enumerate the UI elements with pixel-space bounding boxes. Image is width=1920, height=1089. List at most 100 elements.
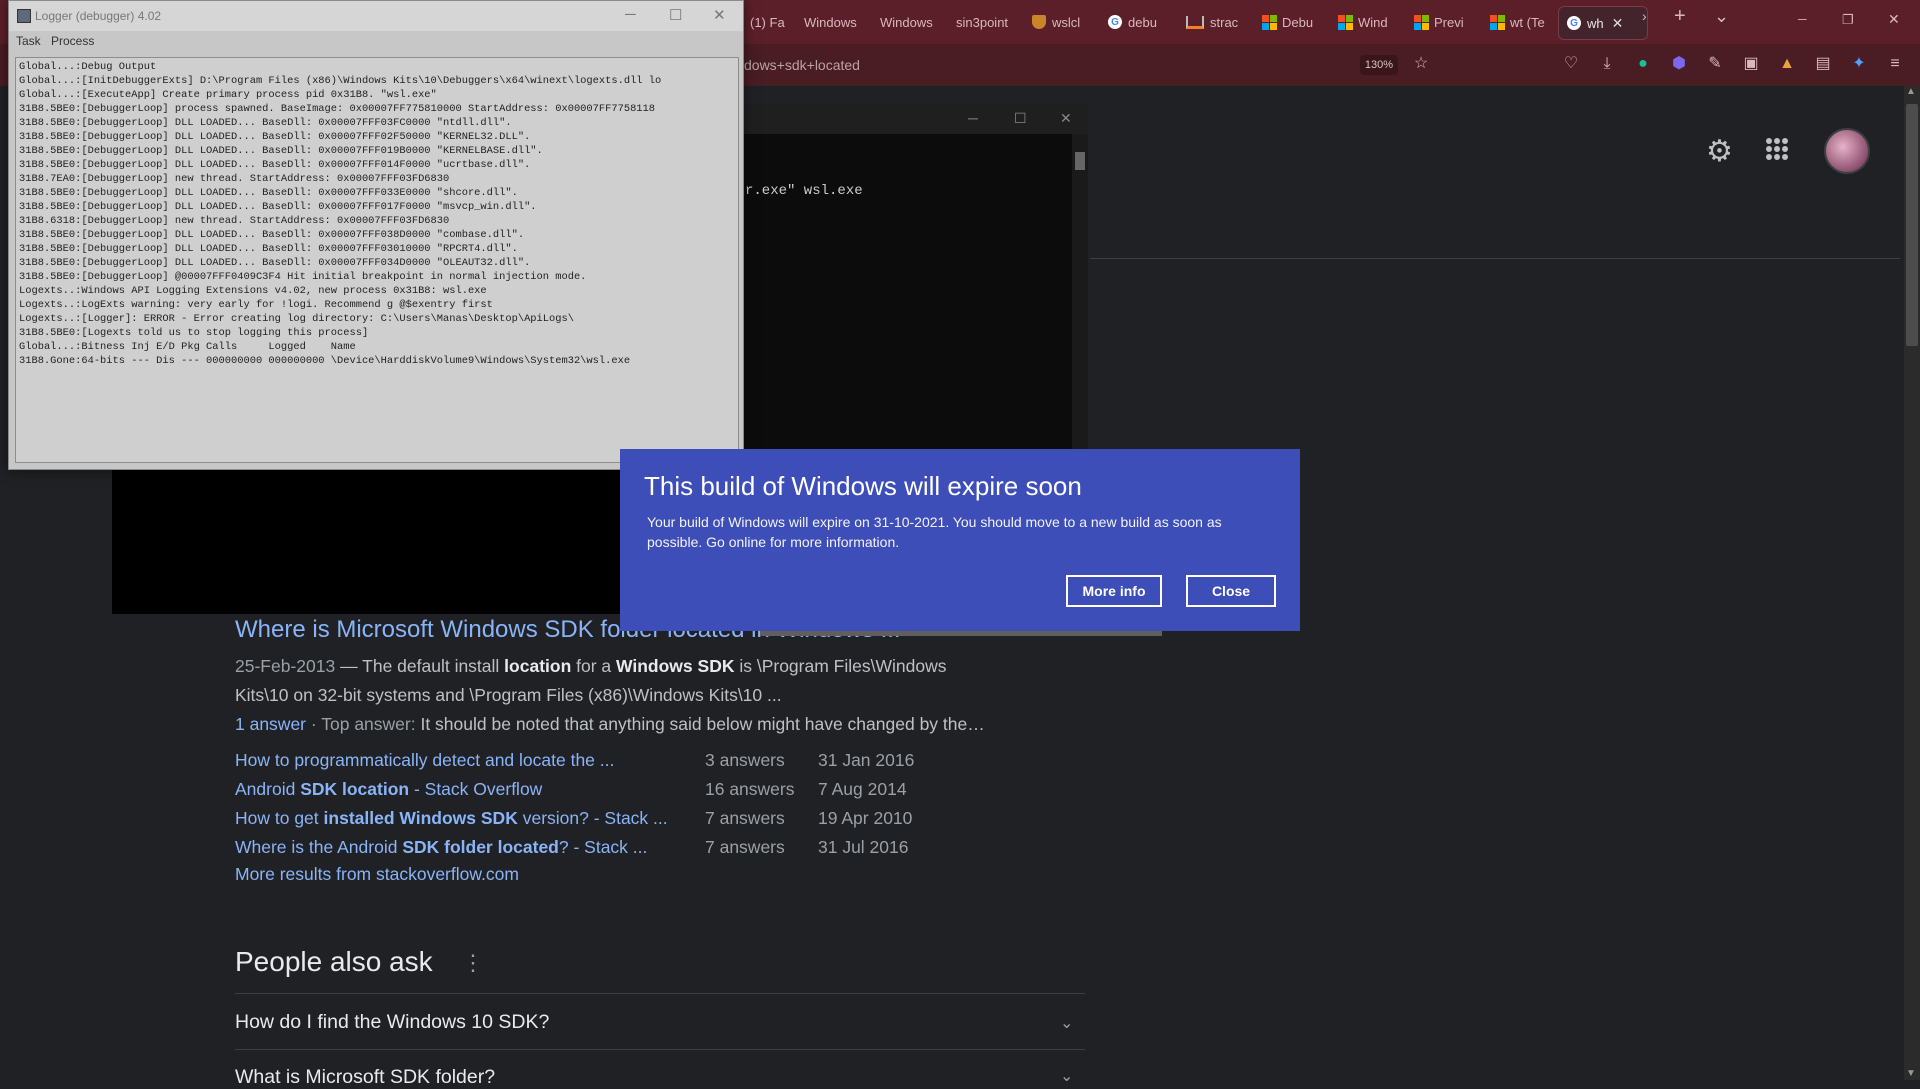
log-line: 31B8.6318:[DebuggerLoop] new thread. Sta…: [19, 215, 450, 227]
sublink-item[interactable]: Android SDK location - Stack Overflow: [235, 779, 542, 800]
chevron-down-icon[interactable]: ⌄: [1060, 1013, 1073, 1033]
tab-close-icon[interactable]: ✕: [1612, 15, 1624, 32]
tab-facebook[interactable]: (1) Fa: [750, 6, 794, 38]
tab-debug-ms[interactable]: Debu: [1262, 6, 1322, 38]
sublink-text: Android: [235, 779, 301, 799]
log-line: Global...:Bitness Inj E/D Pkg Calls Logg…: [19, 341, 356, 353]
snippet-text: —: [335, 656, 363, 676]
log-line: 31B8.5BE0:[DebuggerLoop] DLL LOADED... B…: [19, 117, 512, 129]
scroll-up-icon[interactable]: ▲: [1906, 86, 1916, 97]
snippet-text: The default install: [362, 656, 505, 676]
log-line: 31B8.5BE0:[DebuggerLoop] process spawned…: [19, 103, 656, 115]
console-close-icon[interactable]: ✕: [1060, 110, 1072, 127]
tab-wt-ms[interactable]: wt (Te: [1490, 6, 1550, 38]
people-also-ask-heading: People also ask: [235, 946, 433, 977]
console-maximize-icon[interactable]: ☐: [1014, 110, 1027, 127]
menu-task[interactable]: Task: [16, 34, 41, 48]
tab-label: wh: [1587, 15, 1604, 31]
result-snippet: 25-Feb-2013 — The default install locati…: [235, 656, 946, 677]
close-button[interactable]: Close: [1186, 575, 1276, 607]
log-line: Logexts..:LogExts warning: very early fo…: [19, 299, 493, 311]
sublink-date: 7 Aug 2014: [818, 779, 907, 799]
debug-output-text: Global...:Debug Output Global...:[InitDe…: [16, 58, 738, 368]
console-titlebar[interactable]: [740, 104, 1088, 134]
console-output: r.exe" wsl.exe: [745, 183, 863, 199]
tab-strace[interactable]: strac: [1186, 6, 1246, 38]
sublink-item[interactable]: How to programmatically detect and locat…: [235, 750, 614, 771]
settings-gear-icon[interactable]: ⚙: [1706, 134, 1733, 169]
apps-grid-icon[interactable]: [1766, 138, 1788, 160]
sublink-text: version? - Stack ...: [517, 808, 668, 828]
url-text: dows+sdk+located: [744, 57, 860, 73]
tab-label: Wind: [1358, 14, 1388, 30]
answer-count-link[interactable]: 1 answer: [235, 714, 306, 734]
sublink-item[interactable]: How to get installed Windows SDK version…: [235, 808, 668, 829]
tab-sin3point[interactable]: sin3point: [956, 6, 1012, 38]
more-results-link[interactable]: More results from stackoverflow.com: [235, 864, 519, 885]
eyedropper-icon[interactable]: ✎: [1704, 53, 1726, 75]
logger-maximize-icon[interactable]: ☐: [669, 6, 682, 24]
more-options-icon[interactable]: ⋮: [462, 950, 484, 976]
tab-list-button[interactable]: ⌄: [1714, 6, 1729, 27]
extension-icon[interactable]: ▤: [1812, 53, 1834, 75]
url-bar[interactable]: dows+sdk+located: [744, 52, 1434, 78]
logger-minimize-icon[interactable]: ─: [625, 6, 636, 23]
console-scrollbar[interactable]: [1072, 134, 1088, 452]
sublink-date: 19 Apr 2010: [818, 808, 913, 828]
chevron-down-icon[interactable]: ⌄: [1060, 1066, 1073, 1086]
log-line: 31B8.5BE0:[DebuggerLoop] DLL LOADED... B…: [19, 243, 518, 255]
logger-close-icon[interactable]: ✕: [713, 6, 726, 24]
tab-label: Windows: [804, 14, 857, 30]
result-snippet-line2: Kits\10 on 32-bit systems and \Program F…: [235, 685, 782, 705]
tab-label: wt (Te: [1510, 14, 1545, 30]
chevron-right-icon: ›: [1642, 8, 1647, 24]
sublink-item[interactable]: Where is the Android SDK folder located?…: [235, 837, 647, 858]
close-window-button[interactable]: ✕: [1888, 11, 1900, 28]
sublink-text: ? - Stack ...: [558, 837, 648, 857]
logger-window[interactable]: Logger (debugger) 4.02 ─ ☐ ✕ Task Proces…: [8, 0, 744, 470]
tab-debug-google[interactable]: G debu: [1108, 6, 1168, 38]
sublink-bold: SDK folder located: [402, 837, 559, 857]
tab-windows-ms[interactable]: Wind: [1338, 6, 1398, 38]
scroll-down-icon[interactable]: ▼: [1906, 1068, 1916, 1079]
menu-process[interactable]: Process: [51, 34, 94, 48]
logger-menubar: Task Process: [9, 31, 743, 51]
sublink-answers: 16 answers: [705, 779, 795, 799]
restore-button[interactable]: ❐: [1842, 12, 1854, 28]
minimize-button[interactable]: ─: [1798, 12, 1807, 26]
avatar[interactable]: [1824, 128, 1870, 174]
log-line: 31B8.7EA0:[DebuggerLoop] new thread. Sta…: [19, 173, 450, 185]
more-info-button[interactable]: More info: [1066, 575, 1162, 607]
tab-windows-2[interactable]: Windows: [880, 6, 936, 38]
extension-badge-icon[interactable]: ⬢: [1668, 53, 1690, 75]
sublink-title[interactable]: How to get installed Windows SDK version…: [235, 808, 668, 828]
scrollbar-thumb[interactable]: [1906, 104, 1918, 346]
logger-titlebar[interactable]: Logger (debugger) 4.02 ─ ☐ ✕: [9, 1, 743, 31]
download-icon[interactable]: ⤓: [1596, 53, 1618, 75]
paa-question[interactable]: How do I find the Windows 10 SDK?: [235, 1011, 549, 1034]
extension-icon[interactable]: ▣: [1740, 53, 1762, 75]
microsoft-icon: [1490, 15, 1505, 30]
new-tab-button[interactable]: +: [1674, 5, 1686, 28]
sublink-title[interactable]: Where is the Android SDK folder located?…: [235, 837, 647, 857]
bookmark-star-icon[interactable]: ☆: [1410, 53, 1432, 75]
extension-icon[interactable]: ✦: [1848, 53, 1870, 75]
zoom-indicator[interactable]: 130%: [1360, 55, 1398, 75]
console-scroll-thumb[interactable]: [1075, 152, 1085, 170]
expiry-dialog: This build of Windows will expire soon Y…: [620, 449, 1300, 631]
extension-icon[interactable]: ▲: [1776, 53, 1798, 75]
microsoft-icon: [1262, 15, 1277, 30]
pocket-icon[interactable]: ♡: [1560, 53, 1582, 75]
tab-windows-1[interactable]: Windows: [804, 6, 860, 38]
sublink-title[interactable]: How to programmatically detect and locat…: [235, 750, 614, 770]
sublink-title[interactable]: Android SDK location - Stack Overflow: [235, 779, 542, 799]
menu-icon[interactable]: ≡: [1884, 53, 1906, 75]
tab-wslcl[interactable]: wslcl: [1032, 6, 1088, 38]
tab-active-google[interactable]: G wh ✕: [1558, 6, 1648, 40]
tab-label: debu: [1128, 14, 1157, 30]
console-minimize-icon[interactable]: ─: [968, 110, 978, 126]
grammarly-icon[interactable]: ●: [1632, 53, 1654, 75]
tab-preview-ms[interactable]: Previ: [1414, 6, 1474, 38]
debug-output-pane[interactable]: Global...:Debug Output Global...:[InitDe…: [15, 57, 739, 463]
paa-question[interactable]: What is Microsoft SDK folder?: [235, 1066, 495, 1089]
